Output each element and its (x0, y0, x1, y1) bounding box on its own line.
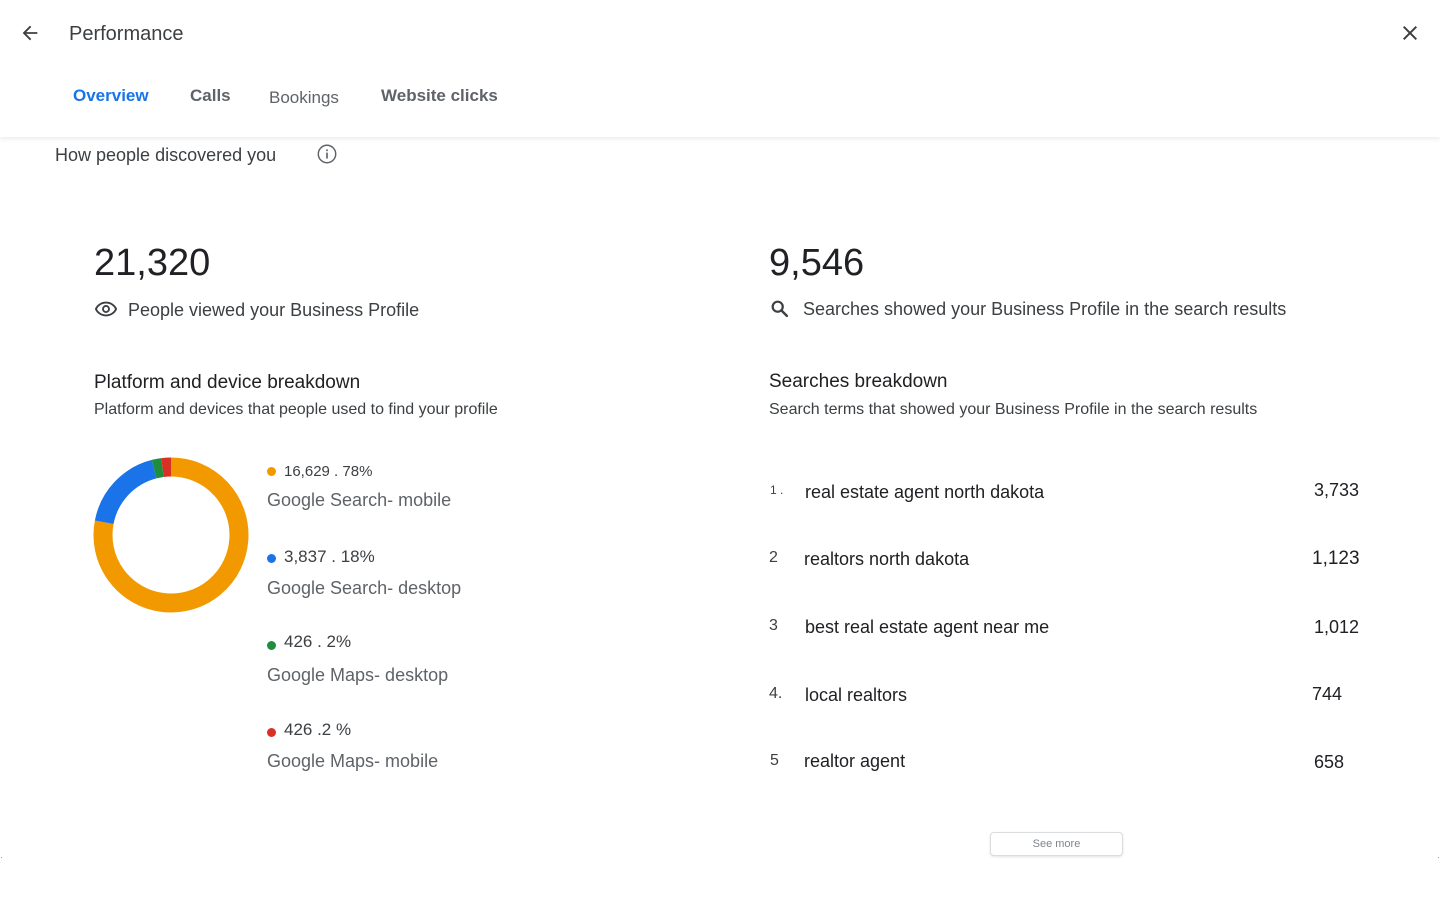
arrow-back-icon (22, 25, 38, 41)
close-icon (1403, 26, 1417, 40)
search-count-2: 1,123 (1312, 548, 1360, 569)
back-button[interactable] (14, 17, 46, 49)
search-count-3: 1,012 (1314, 617, 1360, 637)
tab-overview[interactable]: Overview (73, 84, 149, 108)
search-count-4: 744 (1312, 684, 1343, 704)
legend-name-search-desktop: Google Search- desktop (267, 578, 462, 598)
search-term-4: local realtors (805, 685, 908, 705)
searches-label: Searches showed your Business Profile in… (803, 299, 1287, 319)
search-count-5: 658 (1314, 752, 1345, 772)
legend-name-maps-desktop: Google Maps- desktop (267, 665, 449, 685)
tab-calls[interactable]: Calls (190, 84, 231, 108)
platform-title: Platform and device breakdown (94, 372, 361, 393)
search-term-1: real estate agent north dakota (805, 482, 1045, 502)
searches-count: 9,546 (769, 242, 865, 284)
search-term-3: best real estate agent near me (805, 617, 1050, 637)
search-count-1: 3,733 (1314, 480, 1360, 500)
info-icon[interactable] (316, 143, 338, 165)
legend-value-search-mobile: 16,629 . 78% (284, 463, 373, 480)
close-button[interactable] (1394, 17, 1426, 49)
search-rank-5: 5 (770, 752, 779, 769)
legend-name-maps-mobile: Google Maps- mobile (267, 751, 439, 771)
platform-donut-chart (93, 457, 249, 613)
search-icon (771, 300, 789, 318)
app-header: Performance Overview Calls Bookings Webs… (0, 0, 1440, 137)
legend-value-maps-mobile: 426 .2 % (284, 720, 352, 739)
searches-breakdown-title: Searches breakdown (769, 371, 948, 392)
search-rank-3: 3 (769, 617, 778, 634)
views-label: People viewed your Business Profile (128, 300, 420, 320)
search-term-5: realtor agent (804, 751, 906, 771)
donut-slice-maps-mobile (161, 457, 172, 477)
search-rank-2: 2 (769, 549, 778, 566)
legend-dot-search-desktop (267, 554, 276, 563)
tab-bookings[interactable]: Bookings (269, 86, 339, 110)
discovery-title: How people discovered you (55, 145, 277, 165)
corner-mark (1438, 857, 1439, 858)
corner-mark (1, 857, 2, 858)
donut-slice-search-desktop (94, 459, 157, 525)
search-rank-1: 1 . (770, 483, 784, 497)
legend-dot-maps-desktop (267, 641, 276, 650)
search-rank-4: 4. (769, 685, 783, 702)
see-more-button[interactable]: See more (990, 832, 1123, 856)
platform-subtitle: Platform and devices that people used to… (94, 401, 498, 418)
legend-value-search-desktop: 3,837 . 18% (284, 547, 375, 566)
legend-name-search-mobile: Google Search- mobile (267, 490, 452, 510)
search-term-2: realtors north dakota (804, 549, 970, 569)
tab-website-clicks[interactable]: Website clicks (381, 84, 498, 108)
legend-dot-maps-mobile (267, 728, 276, 737)
searches-breakdown-subtitle: Search terms that showed your Business P… (769, 401, 1258, 418)
page-title: Performance (69, 23, 184, 45)
legend-dot-search-mobile (267, 467, 276, 476)
donut-slice-maps-desktop (151, 458, 164, 479)
eye-icon (94, 301, 118, 317)
views-count: 21,320 (94, 242, 211, 284)
legend-value-maps-desktop: 426 . 2% (284, 632, 352, 651)
